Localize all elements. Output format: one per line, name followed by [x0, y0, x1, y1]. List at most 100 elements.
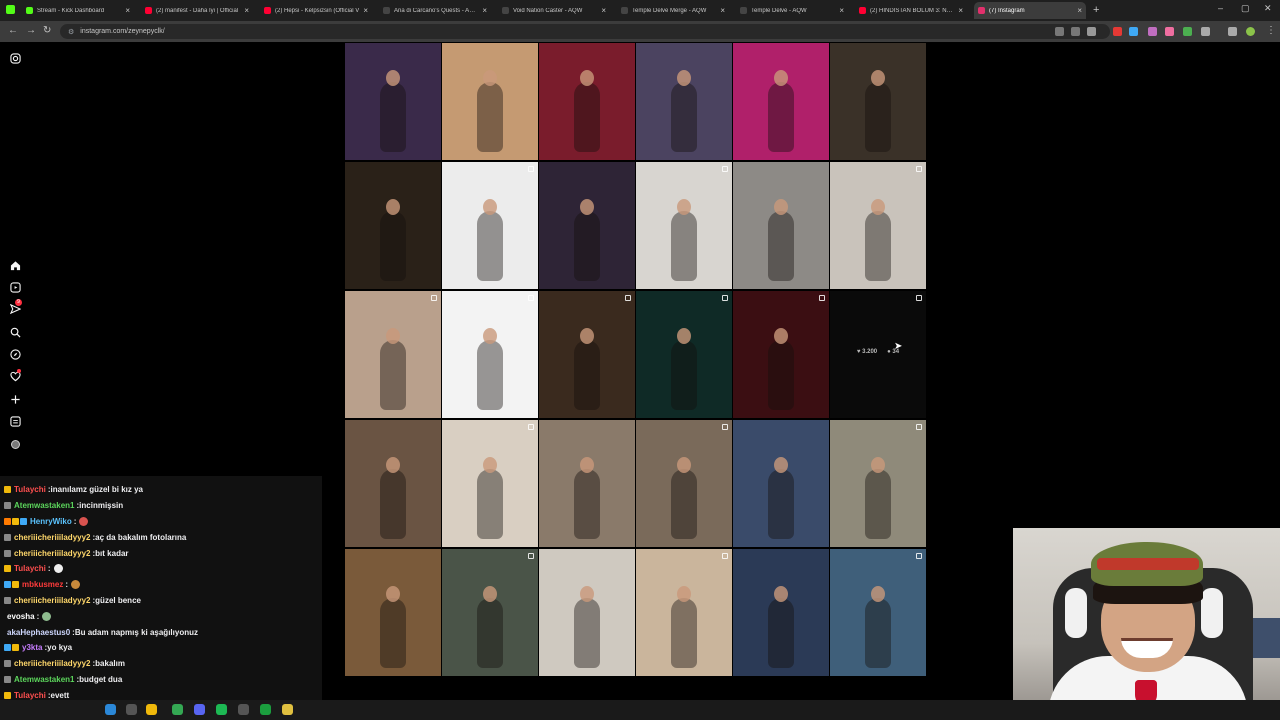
chat-username[interactable]: Tulaychi — [14, 485, 46, 494]
extension-icon[interactable] — [1129, 27, 1138, 36]
reload-icon[interactable]: ↻ — [43, 25, 51, 36]
post-thumbnail[interactable] — [442, 420, 538, 547]
post-thumbnail[interactable] — [539, 43, 635, 160]
spotify-icon[interactable] — [216, 704, 227, 715]
instagram-logo-icon[interactable] — [9, 52, 21, 64]
bookmark-star-icon[interactable] — [1087, 27, 1096, 36]
back-icon[interactable]: ← — [8, 25, 18, 36]
messages-icon[interactable]: 9 — [9, 299, 22, 315]
tab-close-icon[interactable]: × — [125, 6, 130, 15]
notifications-icon[interactable] — [9, 369, 21, 382]
tab-close-icon[interactable]: × — [244, 6, 249, 15]
extensions-puzzle-icon[interactable] — [1201, 27, 1210, 36]
chat-username[interactable]: HenryWiko — [30, 517, 72, 526]
maximize-button[interactable]: ▢ — [1241, 3, 1250, 14]
chat-username[interactable]: cheriiicheriiiladyyy2 — [14, 596, 91, 605]
post-thumbnail[interactable] — [345, 43, 441, 160]
chat-username[interactable]: cheriiicheriiiladyyy2 — [14, 659, 91, 668]
adblock-extension-icon[interactable] — [1113, 27, 1122, 36]
forward-icon[interactable]: → — [26, 25, 36, 36]
chat-username[interactable]: akaHephaestus0 — [7, 628, 70, 637]
browser-tab[interactable]: Stream - Kick Dashboard × — [22, 2, 134, 19]
search-icon[interactable] — [9, 326, 21, 338]
post-thumbnail[interactable] — [539, 291, 635, 418]
home-icon[interactable] — [9, 259, 21, 271]
close-window-button[interactable]: ✕ — [1264, 3, 1272, 14]
browser-tab[interactable]: Void Nation Caster - AQW × — [498, 2, 610, 19]
chat-username[interactable]: cheriiicheriiiladyyy2 — [14, 549, 91, 558]
zoom-icon[interactable] — [1071, 27, 1080, 36]
discord-icon[interactable] — [194, 704, 205, 715]
chat-username[interactable]: y3kta — [22, 643, 42, 652]
tab-close-icon[interactable]: × — [482, 6, 487, 15]
tab-search-icon[interactable] — [6, 5, 15, 14]
explore-icon[interactable] — [9, 348, 21, 360]
post-thumbnail[interactable] — [539, 549, 635, 676]
tab-close-icon[interactable]: × — [720, 6, 725, 15]
post-thumbnail[interactable] — [733, 420, 829, 547]
chat-username[interactable]: mbkusmez — [22, 580, 63, 589]
chat-username[interactable]: Atemwastaken1 — [14, 675, 74, 684]
file-explorer-icon[interactable] — [146, 704, 157, 715]
site-info-icon[interactable]: ⚙ — [68, 28, 74, 36]
post-thumbnail[interactable] — [830, 43, 926, 160]
browser-menu-icon[interactable]: ⋮ — [1266, 25, 1276, 36]
reels-icon[interactable] — [9, 281, 21, 293]
profile-avatar[interactable] — [1246, 27, 1255, 36]
new-tab-button[interactable]: + — [1093, 4, 1099, 16]
post-thumbnail[interactable] — [345, 291, 441, 418]
post-thumbnail[interactable] — [539, 162, 635, 289]
post-thumbnail[interactable] — [442, 291, 538, 418]
minimize-button[interactable]: – — [1218, 3, 1223, 13]
extension-icon[interactable] — [1165, 27, 1174, 36]
steam-icon[interactable] — [260, 704, 271, 715]
cast-icon[interactable] — [1055, 27, 1064, 36]
browser-tab[interactable]: Ana di Carcano's Quests - AQW × — [379, 2, 491, 19]
post-thumbnail[interactable] — [442, 43, 538, 160]
create-icon[interactable] — [9, 393, 21, 405]
post-thumbnail[interactable] — [442, 549, 538, 676]
post-thumbnail[interactable] — [830, 549, 926, 676]
post-thumbnail[interactable] — [733, 162, 829, 289]
dashboard-icon[interactable] — [9, 415, 21, 427]
profile-icon[interactable] — [9, 438, 21, 450]
post-thumbnail[interactable] — [539, 420, 635, 547]
extension-icon[interactable] — [1148, 27, 1157, 36]
chrome-icon[interactable] — [172, 704, 183, 715]
post-thumbnail[interactable] — [345, 162, 441, 289]
search-icon[interactable] — [126, 704, 137, 715]
obs-icon[interactable] — [238, 704, 249, 715]
windows-start-icon[interactable] — [105, 704, 116, 715]
browser-tab[interactable]: (2) Hepsi - Kelpsizsin (Official V × — [260, 2, 372, 19]
post-thumbnail[interactable] — [733, 43, 829, 160]
chat-username[interactable]: Tulaychi — [14, 691, 46, 700]
browser-tab[interactable]: Temple Delve - AQW × — [736, 2, 848, 19]
post-thumbnail[interactable] — [636, 420, 732, 547]
post-thumbnail[interactable] — [636, 291, 732, 418]
browser-tab[interactable]: (2) manifest - Daha İyi | Official × — [141, 2, 253, 19]
post-thumbnail[interactable] — [636, 162, 732, 289]
post-thumbnail[interactable]: ♥ 3.200 ● 34 ➤ — [830, 291, 926, 418]
browser-tab[interactable]: Temple Delve Merge - AQW × — [617, 2, 729, 19]
post-thumbnail[interactable] — [345, 420, 441, 547]
browser-tab[interactable]: (2) HİNDİSTAN BÖLÜM 3: NEW × — [855, 2, 967, 19]
post-thumbnail[interactable] — [733, 549, 829, 676]
chat-username[interactable]: Tulaychi — [14, 564, 46, 573]
post-thumbnail[interactable] — [830, 162, 926, 289]
post-thumbnail[interactable] — [345, 549, 441, 676]
tab-close-icon[interactable]: × — [958, 6, 963, 15]
extension-icon[interactable] — [1183, 27, 1192, 36]
post-thumbnail[interactable] — [830, 420, 926, 547]
post-thumbnail[interactable] — [636, 43, 732, 160]
tab-close-icon[interactable]: × — [601, 6, 606, 15]
post-thumbnail[interactable] — [442, 162, 538, 289]
tab-close-icon[interactable]: × — [839, 6, 844, 15]
chat-username[interactable]: evosha — [7, 612, 35, 621]
chat-username[interactable]: Atemwastaken1 — [14, 501, 74, 510]
post-thumbnail[interactable] — [733, 291, 829, 418]
post-thumbnail[interactable] — [636, 549, 732, 676]
tab-close-icon[interactable]: × — [363, 6, 368, 15]
app-icon[interactable] — [282, 704, 293, 715]
downloads-icon[interactable] — [1228, 27, 1237, 36]
chat-username[interactable]: cheriiicheriiiladyyy2 — [14, 533, 91, 542]
